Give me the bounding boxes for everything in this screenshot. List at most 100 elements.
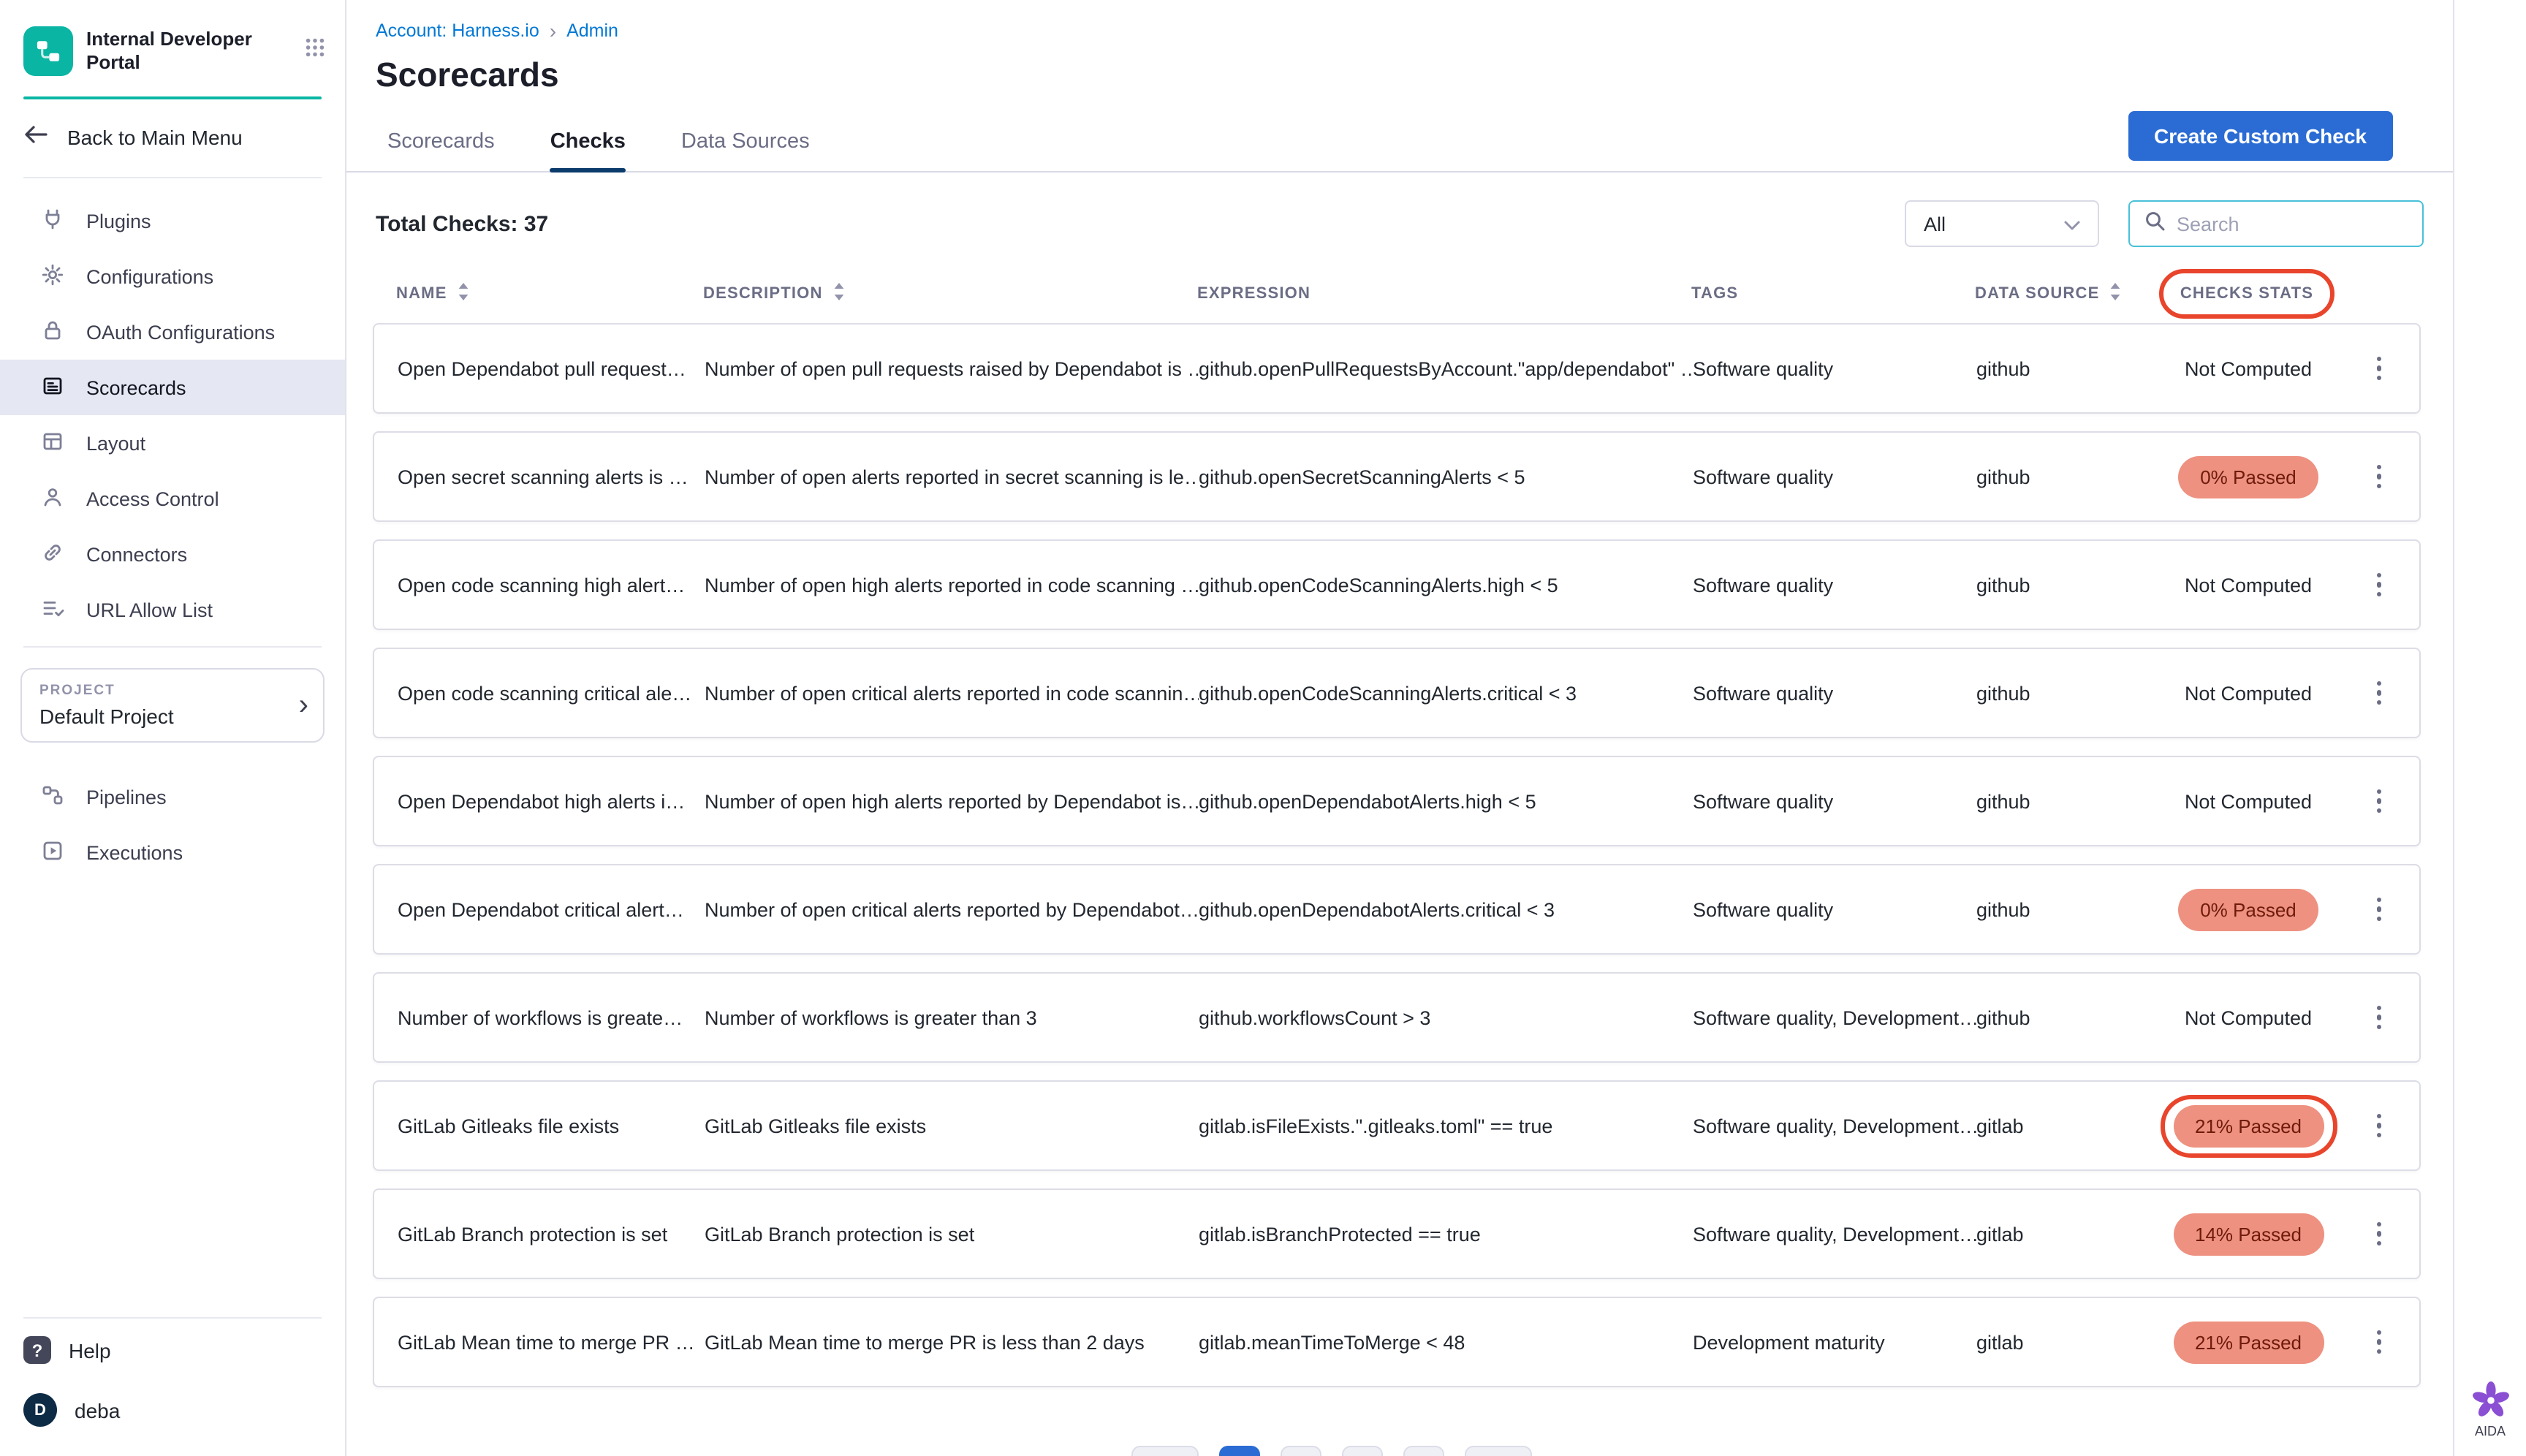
check-name: Open secret scanning alerts is … <box>398 466 705 488</box>
link-icon <box>41 540 64 568</box>
check-stats-cell: 14% Passed <box>2140 1213 2356 1255</box>
filter-dropdown-value: All <box>1924 213 1946 235</box>
sort-icon[interactable] <box>833 282 845 306</box>
check-description: Number of open high alerts reported by D… <box>705 790 1199 812</box>
help-button[interactable]: ? Help <box>0 1322 345 1379</box>
row-menu-kebab-button[interactable] <box>2364 781 2393 822</box>
search-input[interactable] <box>2177 213 2408 235</box>
breadcrumb-account-link[interactable]: Account: Harness.io <box>376 20 539 41</box>
divider <box>23 177 322 178</box>
check-description: Number of open critical alerts reported … <box>705 682 1199 704</box>
breadcrumb-admin-link[interactable]: Admin <box>566 20 618 41</box>
check-expression: github.openCodeScanningAlerts.high < 5 <box>1199 574 1693 596</box>
row-actions-cell <box>2356 781 2396 822</box>
pagination-button[interactable] <box>1131 1446 1199 1456</box>
check-stats-cell: Not Computed <box>2140 682 2356 704</box>
pagination-button[interactable] <box>1465 1446 1532 1456</box>
table-row[interactable]: Open Dependabot high alerts i… Number of… <box>373 756 2421 846</box>
create-custom-check-button[interactable]: Create Custom Check <box>2128 111 2393 161</box>
sidebar-item-scorecards[interactable]: Scorecards <box>0 360 345 415</box>
row-menu-kebab-button[interactable] <box>2364 889 2393 930</box>
tab-checks[interactable]: Checks <box>550 111 626 171</box>
apps-grid-icon[interactable] <box>306 38 325 64</box>
check-stats-value: Not Computed <box>2185 1006 2312 1028</box>
pagination-button[interactable] <box>1342 1446 1383 1456</box>
sidebar-item-pipelines[interactable]: Pipelines <box>0 769 345 824</box>
table-row[interactable]: Open code scanning high alert… Number of… <box>373 539 2421 630</box>
tab-scorecards[interactable]: Scorecards <box>387 111 495 171</box>
sidebar-item-oauth-configurations[interactable]: OAuth Configurations <box>0 304 345 360</box>
filter-dropdown[interactable]: All <box>1905 200 2099 247</box>
check-description: Number of open high alerts reported in c… <box>705 574 1199 596</box>
sidebar-item-label: Plugins <box>86 210 151 232</box>
tab-data-sources[interactable]: Data Sources <box>681 111 810 171</box>
column-header-expression: EXPRESSION <box>1197 285 1691 303</box>
check-description: GitLab Gitleaks file exists <box>705 1115 1199 1137</box>
sidebar-item-executions[interactable]: Executions <box>0 824 345 880</box>
check-data-source: github <box>1976 466 2140 488</box>
check-stats-value: Not Computed <box>2185 790 2312 812</box>
layout-icon <box>41 429 64 457</box>
sidebar-item-connectors[interactable]: Connectors <box>0 526 345 582</box>
check-tags: Software quality, Development… <box>1693 1223 1976 1245</box>
row-actions-cell <box>2356 564 2396 606</box>
sidebar-item-label: Pipelines <box>86 786 167 808</box>
sort-icon[interactable] <box>458 282 469 306</box>
row-menu-kebab-button[interactable] <box>2364 456 2393 498</box>
row-menu-kebab-button[interactable] <box>2364 1105 2393 1147</box>
check-stats-cell: 0% Passed <box>2140 888 2356 930</box>
pagination-button[interactable] <box>1403 1446 1444 1456</box>
person-icon <box>41 485 64 512</box>
row-menu-kebab-button[interactable] <box>2364 564 2393 606</box>
scorecard-icon <box>41 374 64 401</box>
row-menu-kebab-button[interactable] <box>2364 1322 2393 1363</box>
sidebar-item-configurations[interactable]: Configurations <box>0 249 345 304</box>
sidebar-item-url-allow-list[interactable]: URL Allow List <box>0 582 345 637</box>
pagination-button[interactable] <box>1281 1446 1321 1456</box>
app-title: Internal Developer Portal <box>86 28 292 75</box>
check-expression: github.openDependabotAlerts.critical < 3 <box>1199 898 1693 920</box>
project-label: PROJECT <box>39 683 306 699</box>
row-menu-kebab-button[interactable] <box>2364 672 2393 714</box>
row-menu-kebab-button[interactable] <box>2364 348 2393 390</box>
table-row[interactable]: Open secret scanning alerts is … Number … <box>373 431 2421 522</box>
row-menu-kebab-button[interactable] <box>2364 1213 2393 1255</box>
back-to-main-menu[interactable]: Back to Main Menu <box>0 99 345 174</box>
table-row[interactable]: GitLab Gitleaks file exists GitLab Gitle… <box>373 1080 2421 1171</box>
project-selector[interactable]: PROJECT Default Project › <box>20 668 325 743</box>
check-stats-cell: 21% Passed <box>2140 1321 2356 1363</box>
column-header-tags: TAGS <box>1691 285 1975 303</box>
play-icon <box>41 838 64 866</box>
user-menu[interactable]: D deba <box>0 1379 345 1456</box>
pagination-button[interactable] <box>1219 1446 1260 1456</box>
check-tags: Software quality <box>1693 898 1976 920</box>
check-stats-value: Not Computed <box>2185 682 2312 704</box>
check-stats-cell: Not Computed <box>2140 790 2356 812</box>
column-header-name: NAME <box>396 282 703 306</box>
sidebar-item-plugins[interactable]: Plugins <box>0 193 345 249</box>
check-name: Open Dependabot pull request… <box>398 357 705 379</box>
table-row[interactable]: Open Dependabot critical alert… Number o… <box>373 864 2421 955</box>
sidebar-item-label: URL Allow List <box>86 599 213 621</box>
sidebar-item-access-control[interactable]: Access Control <box>0 471 345 526</box>
sidebar-item-layout[interactable]: Layout <box>0 415 345 471</box>
row-menu-kebab-button[interactable] <box>2364 997 2393 1039</box>
table-row[interactable]: GitLab Branch protection is set GitLab B… <box>373 1188 2421 1279</box>
aida-label: AIDA <box>2475 1424 2506 1438</box>
check-description: GitLab Mean time to merge PR is less tha… <box>705 1331 1199 1353</box>
aida-button[interactable]: AIDA <box>2471 1381 2509 1438</box>
divider <box>23 646 322 648</box>
divider <box>23 1317 322 1319</box>
check-stats-value: 0% Passed <box>2178 455 2318 498</box>
right-rail: AIDA <box>2453 0 2526 1456</box>
table-row[interactable]: GitLab Mean time to merge PR … GitLab Me… <box>373 1297 2421 1387</box>
page-header: Account: Harness.io › Admin Scorecards <box>346 0 2453 95</box>
check-expression: github.openCodeScanningAlerts.critical <… <box>1199 682 1693 704</box>
check-stats-value: Not Computed <box>2185 574 2312 596</box>
check-stats-cell: 0% Passed <box>2140 455 2356 498</box>
row-actions-cell <box>2356 348 2396 390</box>
table-row[interactable]: Number of workflows is greate… Number of… <box>373 972 2421 1063</box>
table-row[interactable]: Open Dependabot pull request… Number of … <box>373 323 2421 414</box>
sort-icon[interactable] <box>2109 282 2121 306</box>
table-row[interactable]: Open code scanning critical ale… Number … <box>373 648 2421 738</box>
